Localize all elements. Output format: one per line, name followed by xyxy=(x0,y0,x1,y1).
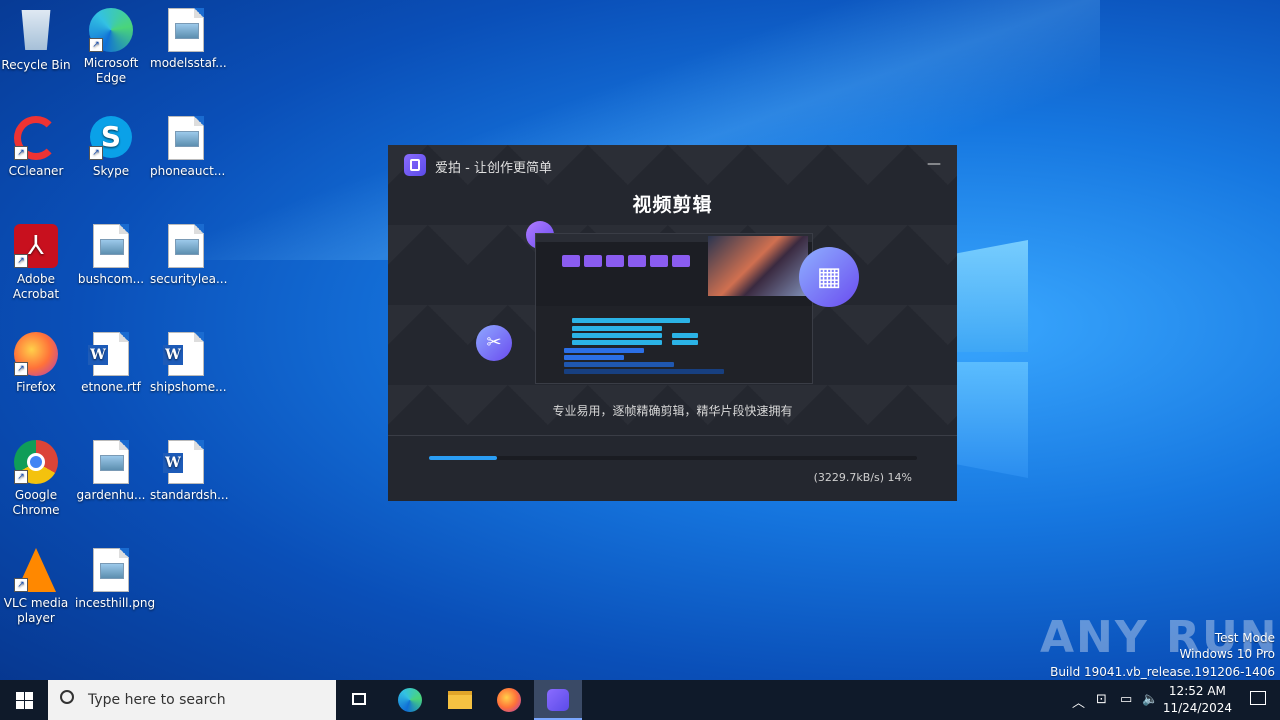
desktop-icon-chrome[interactable]: ↗ Google Chrome xyxy=(0,440,72,518)
aipai-app-icon xyxy=(404,154,426,176)
desktop-icon-label: bushcom... xyxy=(77,272,145,286)
desktop-icon-firefox[interactable]: ↗ Firefox xyxy=(0,332,72,395)
desktop-icon-label: standardsh... xyxy=(150,488,229,502)
desktop-icon-acrobat[interactable]: ⅄ ↗ Adobe Acrobat xyxy=(0,224,72,302)
video-preview-frame xyxy=(708,236,808,296)
desktop-icon-file[interactable]: securitylea... xyxy=(150,224,228,287)
image-file-icon xyxy=(89,548,133,592)
search-icon xyxy=(60,690,74,704)
scissors-icon: ✂ xyxy=(476,325,512,361)
window-title: 爱拍 - 让创作更简单 xyxy=(435,161,552,176)
desktop-icon-label: shipshome... xyxy=(150,380,227,394)
clock-time: 12:52 AM xyxy=(1168,684,1226,698)
desktop-icon-file[interactable]: incesthill.png xyxy=(75,548,156,611)
word-doc-icon: W xyxy=(163,440,208,484)
desktop-icon-label: Adobe Acrobat xyxy=(12,272,60,301)
word-doc-icon: W xyxy=(163,332,208,376)
film-icon: ▦ xyxy=(799,247,859,307)
clock-date: 11/24/2024 xyxy=(1162,701,1232,715)
desktop-icon-label: Google Chrome xyxy=(12,488,60,517)
desktop-icon-label: securitylea... xyxy=(150,272,228,286)
installer-window: 爱拍 - 让创作更简单 — 视频剪辑 ▦ ✂ 专业易用，逐帧精确剪辑，精华片段快… xyxy=(388,145,957,501)
image-file-icon xyxy=(164,116,208,160)
desktop-icon-file[interactable]: gardenhu... xyxy=(75,440,147,503)
folder-icon xyxy=(448,691,472,709)
desktop-icon-label: Skype xyxy=(92,164,130,178)
task-view-button[interactable] xyxy=(336,680,384,720)
desktop-icon-label: Firefox xyxy=(16,380,56,394)
feature-headline: 视频剪辑 xyxy=(632,194,713,216)
acrobat-icon: ⅄ ↗ xyxy=(14,224,58,268)
edge-icon xyxy=(398,688,422,712)
test-mode-text: Test Mode xyxy=(1214,631,1275,645)
taskbar: Type here to search ︿ ⊡ ▭ 🔈 12:52 AM 11/… xyxy=(0,680,1280,720)
desktop-icon-recycle-bin[interactable]: Recycle Bin xyxy=(0,8,72,73)
ccleaner-icon: ↗ xyxy=(14,116,58,160)
desktop-icon-label: Recycle Bin xyxy=(1,58,71,72)
desktop-icon-file[interactable]: W standardsh... xyxy=(150,440,229,503)
search-placeholder: Type here to search xyxy=(88,692,226,708)
image-file-icon xyxy=(89,224,133,268)
start-button[interactable] xyxy=(0,680,48,720)
taskbar-firefox[interactable] xyxy=(485,680,533,720)
minimize-button[interactable]: — xyxy=(925,155,943,173)
vlc-icon: ↗ xyxy=(14,548,58,592)
timeline-panel xyxy=(536,306,812,383)
taskbar-search-box[interactable]: Type here to search xyxy=(48,680,336,720)
chevron-up-icon[interactable]: ︿ xyxy=(1072,692,1085,711)
taskbar-aipai[interactable] xyxy=(534,680,582,720)
image-file-icon xyxy=(164,8,208,52)
window-titlebar[interactable]: 爱拍 - 让创作更简单 — xyxy=(388,145,957,185)
desktop-icon-file[interactable]: phoneauct... xyxy=(150,116,226,179)
device-icon[interactable]: ⊡ xyxy=(1096,692,1107,707)
desktop-icon-file[interactable]: modelsstaf... xyxy=(150,8,227,71)
desktop-icon-ccleaner[interactable]: ↗ CCleaner xyxy=(0,116,72,179)
desktop-icon-skype[interactable]: S ↗ Skype xyxy=(75,116,147,179)
task-view-icon xyxy=(352,693,366,705)
volume-icon[interactable]: 🔈 xyxy=(1142,692,1158,707)
windows-edition-text: Windows 10 Pro xyxy=(1179,647,1275,661)
firefox-icon xyxy=(497,688,521,712)
windows-wallpaper-logo xyxy=(956,240,1028,480)
taskbar-file-explorer[interactable] xyxy=(436,680,484,720)
desktop-icon-file[interactable]: bushcom... xyxy=(75,224,147,287)
taskbar-edge[interactable] xyxy=(386,680,434,720)
notification-icon[interactable] xyxy=(1250,691,1266,705)
desktop-icon-label: gardenhu... xyxy=(76,488,146,502)
desktop-icon-label: modelsstaf... xyxy=(150,56,227,70)
desktop-icon-edge[interactable]: ↗ Microsoft Edge xyxy=(75,8,147,86)
desktop-icon-label: phoneauct... xyxy=(150,164,226,178)
build-info-text: Build 19041.vb_release.191206-1406 xyxy=(1050,665,1275,679)
desktop-icon-label: incesthill.png xyxy=(75,596,156,610)
desktop-icon-label: Microsoft Edge xyxy=(83,56,139,85)
word-doc-icon: W xyxy=(88,332,133,376)
desktop-icon-file[interactable]: W etnone.rtf xyxy=(75,332,147,395)
editor-preview-image xyxy=(535,233,813,384)
chrome-icon: ↗ xyxy=(14,440,58,484)
desktop-icon-label: VLC media player xyxy=(3,596,69,625)
edge-icon: ↗ xyxy=(89,8,133,52)
desktop-icon-file[interactable]: W shipshome... xyxy=(150,332,227,395)
skype-icon: S ↗ xyxy=(89,116,133,160)
network-icon[interactable]: ▭ xyxy=(1120,692,1132,707)
desktop-icon-label: CCleaner xyxy=(8,164,64,178)
download-progress-bar xyxy=(429,456,917,460)
firefox-icon: ↗ xyxy=(14,332,58,376)
image-file-icon xyxy=(164,224,208,268)
image-file-icon xyxy=(89,440,133,484)
desktop-icon-label: etnone.rtf xyxy=(81,380,141,394)
desktop-icon-vlc[interactable]: ↗ VLC media player xyxy=(0,548,72,626)
taskbar-clock[interactable]: 12:52 AM 11/24/2024 xyxy=(1163,683,1232,717)
divider xyxy=(388,435,957,436)
recycle-bin-icon xyxy=(14,10,58,54)
feature-subtitle: 专业易用，逐帧精确剪辑，精华片段快速拥有 xyxy=(552,404,793,418)
download-speed-percent: (3229.7kB/s) 14% xyxy=(813,471,912,484)
aipai-app-icon xyxy=(547,689,569,711)
progress-fill xyxy=(429,456,498,460)
